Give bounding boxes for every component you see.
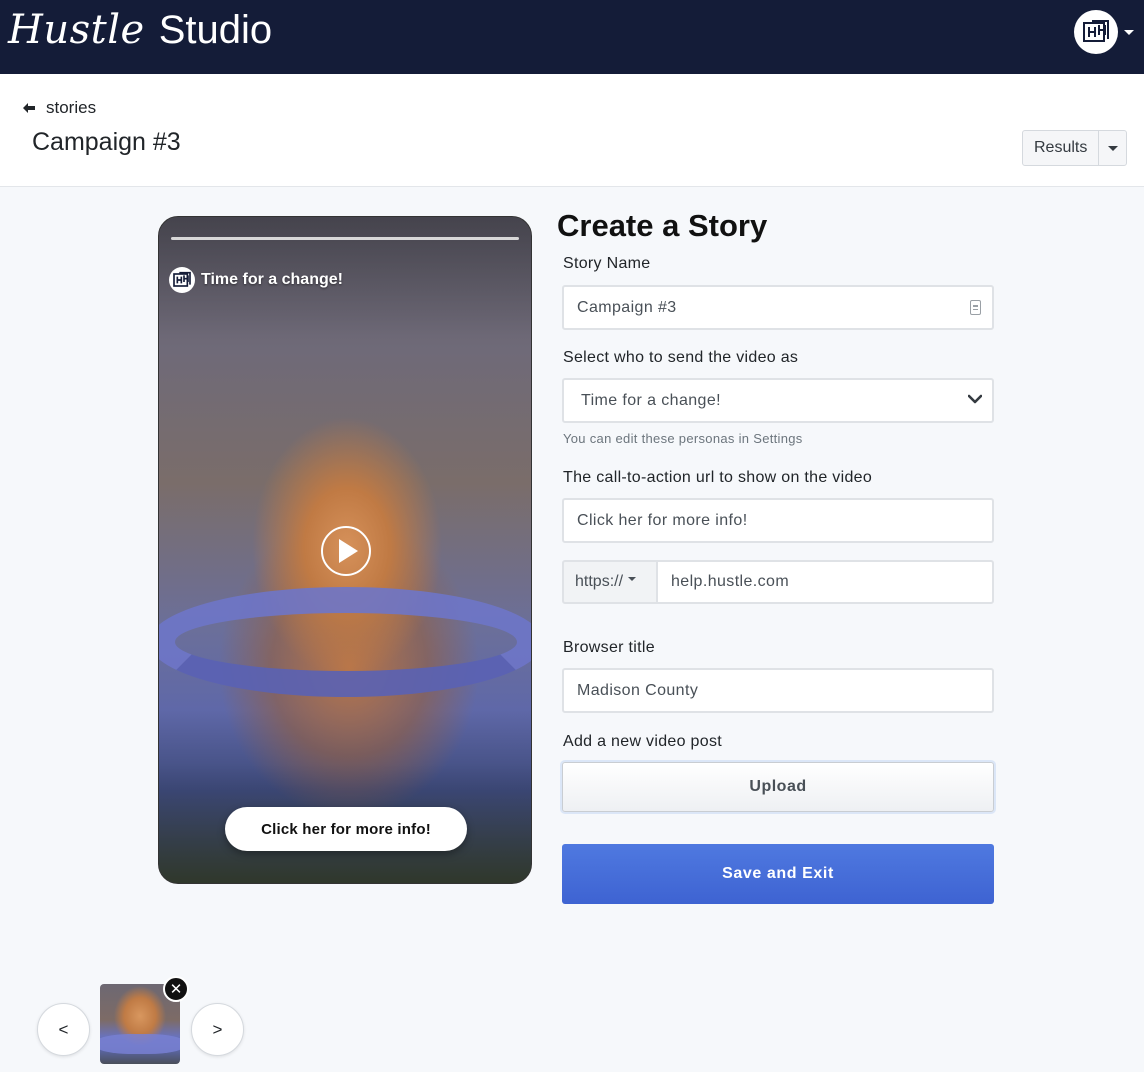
remove-post-button[interactable]: ✕ xyxy=(163,976,189,1002)
cta-url-value: help.hustle.com xyxy=(671,573,790,590)
play-icon xyxy=(339,539,358,563)
account-menu[interactable] xyxy=(1074,10,1134,54)
brand-logo[interactable]: Hustle Studio xyxy=(8,8,272,52)
persona-name: Time for a change! xyxy=(201,271,343,288)
browser-title-label: Browser title xyxy=(563,639,655,656)
persona-select-label: Select who to send the video as xyxy=(563,349,799,366)
story-name-input[interactable]: Campaign #3 xyxy=(562,285,994,330)
persona-header: Time for a change! xyxy=(169,267,343,293)
results-dropdown-toggle[interactable] xyxy=(1099,131,1126,165)
url-protocol-value: https:// xyxy=(575,573,624,590)
results-button[interactable]: Results xyxy=(1023,131,1100,165)
back-label: stories xyxy=(46,98,97,117)
browser-title-value: Madison County xyxy=(577,681,699,699)
caret-down-icon xyxy=(628,577,637,581)
upload-label: Add a new video post xyxy=(563,733,722,750)
prev-post-button[interactable]: < xyxy=(37,1003,90,1056)
save-and-exit-button[interactable]: Save and Exit xyxy=(562,844,994,904)
cta-button[interactable]: Click her for more info! xyxy=(225,807,467,851)
back-to-stories-link[interactable]: stories xyxy=(22,98,96,118)
story-video-preview[interactable]: Time for a change! Click her for more in… xyxy=(158,216,532,884)
cta-text-value: Click her for more info! xyxy=(577,511,748,529)
cta-label: The call-to-action url to show on the vi… xyxy=(563,469,873,486)
cta-url-input[interactable]: help.hustle.com xyxy=(656,560,994,604)
story-progress-bar xyxy=(171,237,519,240)
cta-text-input[interactable]: Click her for more info! xyxy=(562,498,994,543)
thumbnail-art xyxy=(100,1034,180,1054)
persona-help-text: You can edit these personas in Settings xyxy=(563,431,803,446)
contact-card-icon xyxy=(970,300,981,315)
page-title: Campaign #3 xyxy=(32,128,181,156)
hustle-logo-icon xyxy=(169,267,195,293)
url-protocol-dropdown[interactable]: https:// xyxy=(562,560,657,604)
next-post-button[interactable]: > xyxy=(191,1003,244,1056)
story-name-label: Story Name xyxy=(563,255,651,272)
caret-down-icon xyxy=(1124,29,1134,35)
browser-title-input[interactable]: Madison County xyxy=(562,668,994,713)
story-name-value: Campaign #3 xyxy=(577,298,677,316)
brand-studio: Studio xyxy=(158,8,273,52)
chevron-down-icon xyxy=(968,394,982,404)
top-navbar: Hustle Studio xyxy=(0,0,1144,74)
results-button-group: Results xyxy=(1022,130,1128,166)
form-heading: Create a Story xyxy=(557,208,768,243)
arrow-left-icon xyxy=(23,103,35,113)
caret-down-icon xyxy=(1107,145,1118,151)
page-header: stories Campaign #3 Results xyxy=(0,74,1144,187)
persona-select[interactable]: Time for a change! xyxy=(562,378,994,423)
upload-button[interactable]: Upload xyxy=(562,762,994,812)
persona-select-value: Time for a change! xyxy=(581,391,722,409)
brand-script: Hustle xyxy=(8,7,145,53)
play-button[interactable] xyxy=(321,526,371,576)
hustle-logo-icon xyxy=(1074,10,1118,54)
